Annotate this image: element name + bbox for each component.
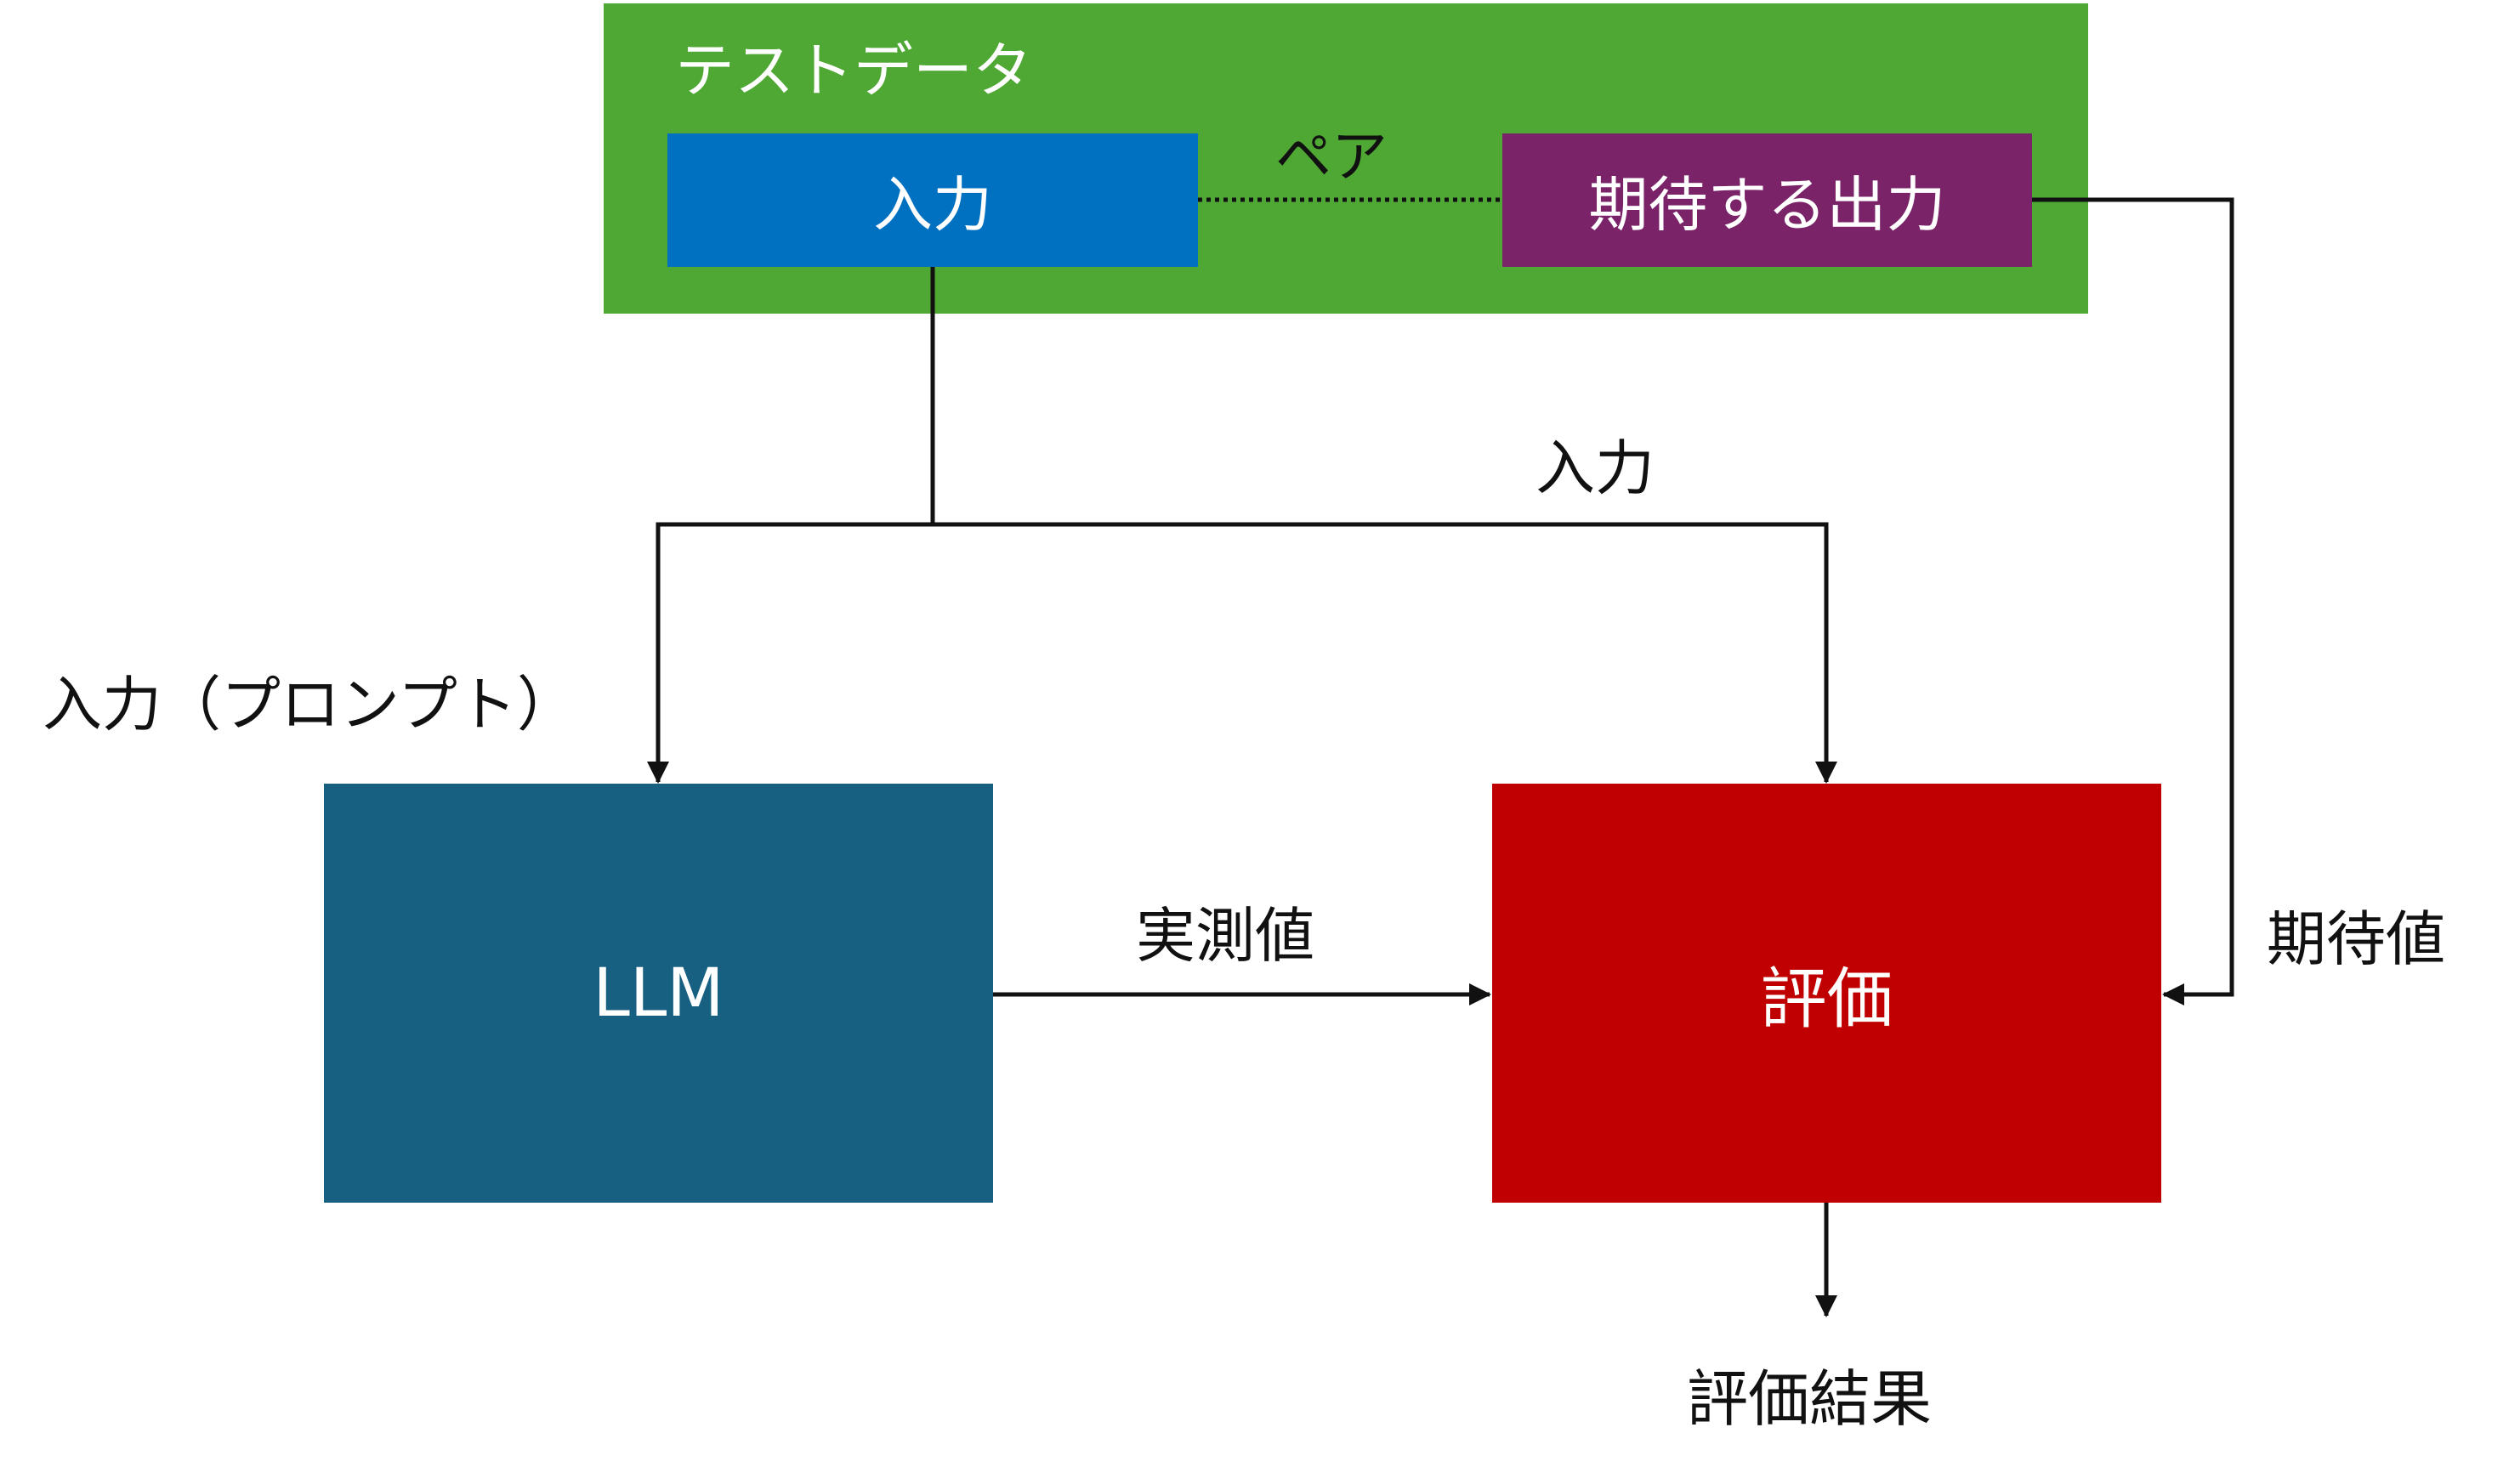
expected-to-evaluation-arrow (2032, 197, 2234, 1005)
connector-layer (647, 197, 2234, 1317)
input-to-evaluation-arrow (933, 522, 1837, 784)
flow-diagram: テストデータ 入力 期待する出力 ペア LLM 評価 入力 入力（プロンプト） … (0, 0, 2509, 1484)
input-to-llm-arrow (647, 522, 933, 784)
